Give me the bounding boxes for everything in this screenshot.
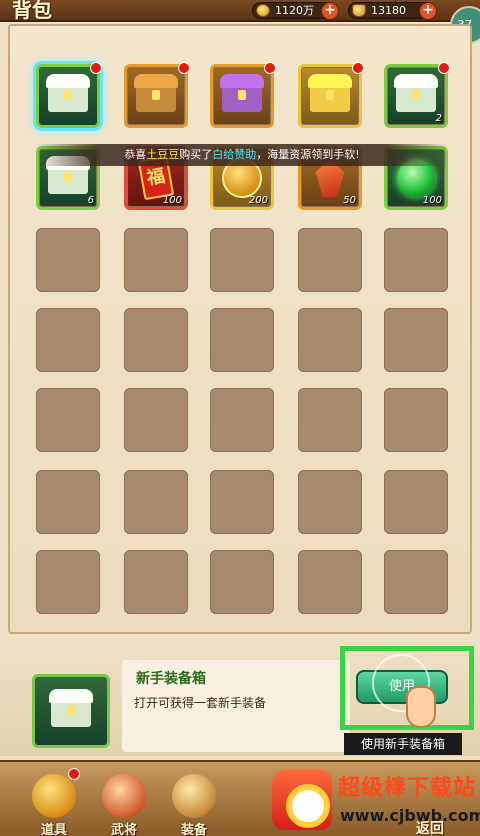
tab-generals[interactable]: 武将 [94,768,154,836]
watermark-title: 超级棒下载站 [338,776,477,801]
inventory-slot-3[interactable] [210,62,276,128]
chest-icon [396,80,436,112]
new-dot [178,62,190,74]
gold-amount: 13180 [371,4,406,17]
tab-generals-label: 武将 [110,823,137,836]
chest-icon [48,80,88,112]
inventory-slot-4[interactable] [298,62,364,128]
item-count: 200 [248,195,268,206]
item-info-box: 新手装备箱 打开可获得一套新手装备 [122,660,350,752]
chest-icon [222,80,262,112]
inventory-slot-12[interactable] [124,228,188,292]
notice-middle: 购买了 [179,148,213,161]
inventory-slot-2[interactable] [124,62,190,128]
inventory-slot-25[interactable] [384,388,448,452]
purchase-notice: 恭喜土豆豆购买了白给赞助，海量资源领到手软! [36,144,448,166]
inventory-slot-21[interactable] [36,388,100,452]
new-dot [90,62,102,74]
chest-icon [310,80,350,112]
item-count: 100 [422,195,442,206]
notice-suffix: ，海量资源领到手软! [256,148,360,161]
new-dot [352,62,364,74]
inventory-slot-13[interactable] [210,228,274,292]
item-count: 6 [87,195,94,206]
item-name: 新手装备箱 [136,671,206,687]
item-count: 100 [162,195,182,206]
inventory-slot-27[interactable] [124,470,188,534]
top-bar: 背包 1120万 + 13180 + 37 [0,0,480,44]
inventory-slot-32[interactable] [124,550,188,614]
item-description: 打开可获得一套新手装备 [134,696,267,710]
inventory-slot-29[interactable] [298,470,362,534]
inventory-slot-26[interactable] [36,470,100,534]
selected-item-icon [32,674,110,748]
inventory-slot-35[interactable] [384,550,448,614]
inventory-slot-5[interactable]: 2 [384,62,450,128]
general-portrait-icon [102,774,146,818]
add-gold-button[interactable]: + [419,2,437,20]
inventory-slot-30[interactable] [384,470,448,534]
inventory-slot-14[interactable] [298,228,362,292]
copper-coin-icon [256,4,270,17]
gold-ingot-icon [352,4,366,17]
inventory-slot-24[interactable] [298,388,362,452]
watermark-logo-icon [272,770,332,830]
inventory-slot-20[interactable] [384,308,448,372]
copper-amount: 1120万 [275,4,314,17]
tab-items[interactable]: 道具 [24,768,84,836]
new-dot [438,62,450,74]
inventory-slot-11[interactable] [36,228,100,292]
add-copper-button[interactable]: + [321,2,339,20]
notice-prefix: 恭喜 [124,148,147,161]
pointing-hand-icon [406,686,436,728]
inventory-slot-19[interactable] [298,308,362,372]
inventory-slot-16[interactable] [36,308,100,372]
inventory-slot-1[interactable] [36,62,102,128]
item-count: 2 [435,113,442,124]
gold-currency: 13180 + [348,2,437,20]
inventory-slot-28[interactable] [210,470,274,534]
equipment-icon [172,774,216,818]
use-tooltip: 使用新手装备箱 [344,733,462,755]
inventory-slot-15[interactable] [384,228,448,292]
inventory-slot-17[interactable] [124,308,188,372]
chest-icon [48,162,88,194]
new-dot [68,768,80,780]
inventory-slot-22[interactable] [124,388,188,452]
chest-icon [51,695,91,727]
back-button[interactable]: 返回 [416,818,444,836]
watermark-url: www.cjbwb.com [340,806,480,825]
inventory-slot-23[interactable] [210,388,274,452]
chest-icon [136,80,176,112]
inventory-slot-18[interactable] [210,308,274,372]
new-dot [264,62,276,74]
inventory-slot-33[interactable] [210,550,274,614]
tab-equipment-label: 装备 [180,823,207,836]
inventory-slot-34[interactable] [298,550,362,614]
notice-player: 土豆豆 [146,148,180,161]
page-title: 背包 [12,0,52,22]
notice-item: 白给赞助 [212,148,257,161]
tab-equipment[interactable]: 装备 [164,768,224,836]
inventory-slot-31[interactable] [36,550,100,614]
copper-currency: 1120万 + [252,2,339,20]
item-count: 50 [343,195,356,206]
items-bag-icon [32,774,76,818]
tab-items-label: 道具 [40,823,67,836]
